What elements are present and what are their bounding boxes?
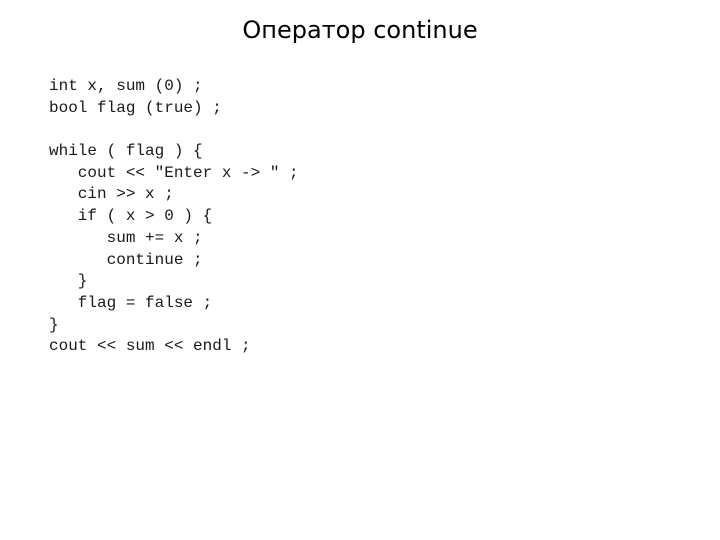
code-line: while ( flag ) { [49,142,203,161]
title-prefix: Оператор [242,16,374,44]
code-line: flag = false ; [49,293,213,312]
code-line: bool flag (true) ; [49,98,222,117]
code-line: cout << sum << endl ; [49,337,251,356]
code-line: sum += x ; [49,228,203,247]
code-line: } [49,272,88,291]
code-line: int x, sum (0) ; [49,77,203,95]
title-keyword: continue [373,16,478,44]
code-line: cin >> x ; [49,185,174,204]
code-line: if ( x > 0 ) { [49,207,213,226]
slide-title: Оператор continue [0,12,720,48]
code-line: continue ; [49,250,203,269]
code-line: } [49,315,59,334]
code-listing: int x, sum (0) ; bool flag (true) ; while … [49,76,299,358]
code-line: cout << "Enter x -> " ; [49,163,299,182]
